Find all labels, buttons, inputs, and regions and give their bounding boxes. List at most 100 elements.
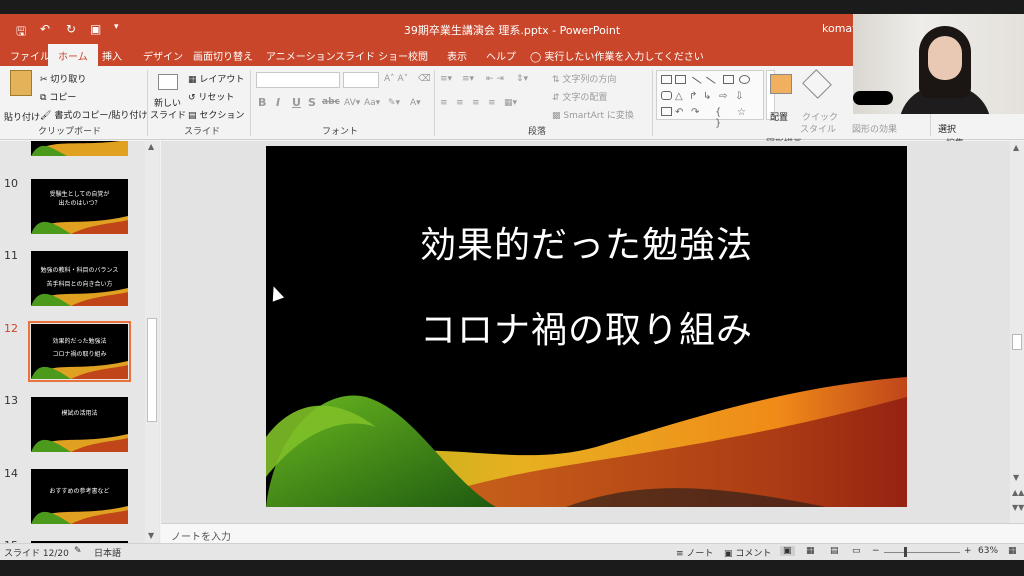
slide-thumbnail-12[interactable]: 効果的だった勉強法 コロナ禍の取り組み (28, 321, 131, 382)
rectangle-shape-icon[interactable] (723, 75, 734, 84)
font-family-combo[interactable] (256, 72, 340, 88)
arrange-button[interactable]: 配置 (770, 110, 788, 123)
zoom-slider[interactable] (884, 552, 960, 553)
section-button[interactable]: ▤ セクション (188, 108, 244, 121)
new-slide-label-2[interactable]: スライド (150, 108, 186, 121)
quick-styles-button-2[interactable]: スタイル (800, 122, 836, 135)
align-center-icon[interactable]: ≡ (456, 98, 464, 108)
align-text-button[interactable]: ⇵ 文字の配置 (552, 90, 607, 103)
slide-thumbnail-10[interactable]: 受験生としての自覚が 出たのはいつ？ (31, 179, 128, 234)
tab-home[interactable]: ホーム (48, 44, 98, 66)
indent-icon[interactable]: ⇤ ⇥ (486, 74, 504, 84)
strikethrough-button[interactable]: abc (322, 97, 340, 107)
slide-thumbnail-13[interactable]: 模試の活用法 (31, 397, 128, 452)
star-shape-icon[interactable]: ☆ (737, 107, 748, 118)
brace-shape-icon[interactable]: { } (715, 107, 726, 129)
underline-button[interactable]: U (292, 96, 301, 109)
tab-slideshow[interactable]: スライド ショー (335, 48, 408, 63)
line-spacing-icon[interactable]: ⇕▾ (516, 74, 528, 84)
shadow-button[interactable]: S (308, 96, 316, 109)
slide-sorter-icon[interactable]: ▦ (806, 546, 815, 556)
numbering-icon[interactable]: ≡▾ (462, 74, 474, 84)
zoom-out-icon[interactable]: − (872, 546, 880, 556)
character-spacing-icon[interactable]: AV▾ (344, 98, 360, 108)
account-name[interactable]: komat (822, 22, 856, 35)
select-button[interactable]: 選択 (938, 122, 956, 135)
thumbnail-scrollbar[interactable]: ▲ ▼ (145, 141, 159, 543)
scroll-down-icon[interactable]: ▼ (148, 531, 154, 540)
fit-to-window-icon[interactable]: ▦ (1008, 546, 1017, 556)
align-left-icon[interactable]: ≡ (440, 98, 448, 108)
slide-scrollbar[interactable]: ▲ ▼ ▲▲ ▼▼ (1010, 141, 1024, 523)
current-slide[interactable]: 効果的だった勉強法 コロナ禍の取り組み (266, 146, 907, 507)
tab-design[interactable]: デザイン (143, 48, 183, 63)
slide-thumbnail-11[interactable]: 勉強の教科・科目のバランス 苦手科目との向き合い方 (31, 251, 128, 306)
scroll-down-icon[interactable]: ▼ (1013, 473, 1019, 482)
highlight-icon[interactable]: ✎▾ (388, 98, 400, 108)
bold-button[interactable]: B (258, 96, 266, 109)
columns-icon[interactable]: ▦▾ (504, 98, 517, 108)
tab-review[interactable]: 校閲 (408, 48, 428, 63)
zoom-in-icon[interactable]: + (964, 546, 972, 556)
down-arrow-shape-icon[interactable]: ⇩ (735, 91, 746, 102)
paste-icon[interactable] (10, 70, 32, 96)
reset-button[interactable]: ↺ リセット (188, 90, 234, 103)
shapes-gallery[interactable]: △ ↱ ↳ ⇨ ⇩ ↶ ↷ { } ☆ (656, 70, 764, 129)
text-direction-button[interactable]: ⇅ 文字列の方向 (552, 72, 616, 85)
notes-pane[interactable]: ノートを入力 (161, 523, 1024, 543)
tab-view[interactable]: 表示 (447, 48, 467, 63)
change-case-icon[interactable]: Aa▾ (364, 98, 380, 108)
scroll-up-icon[interactable]: ▲ (1013, 143, 1019, 152)
normal-view-icon[interactable]: ▣ (780, 546, 795, 556)
tab-file[interactable]: ファイル (10, 48, 50, 63)
slideshow-view-icon[interactable]: ▭ (852, 546, 861, 556)
notes-placeholder[interactable]: ノートを入力 (171, 528, 231, 543)
curve-shape-icon[interactable]: ↶ (675, 107, 686, 118)
grow-font-icon[interactable]: A˄ A˅ (384, 74, 408, 84)
right-arrow-shape-icon[interactable]: ⇨ (719, 91, 730, 102)
bullets-icon[interactable]: ≡▾ (440, 74, 452, 84)
textbox-shape-icon[interactable] (661, 75, 672, 84)
scroll-up-icon[interactable]: ▲ (148, 142, 154, 151)
tab-transitions[interactable]: 画面切り替え (193, 48, 253, 63)
justify-icon[interactable]: ≡ (488, 98, 496, 108)
tab-insert[interactable]: 挿入 (102, 48, 122, 63)
slide-thumbnail-14[interactable]: おすすめの参考書など (31, 469, 128, 524)
oval-shape-icon[interactable] (739, 75, 750, 84)
layout-button[interactable]: ▦ レイアウト (188, 72, 244, 85)
italic-button[interactable]: I (276, 96, 280, 109)
shape-effects-button[interactable]: 図形の効果 (852, 122, 897, 135)
slide-thumbnail[interactable] (31, 141, 128, 156)
font-size-combo[interactable] (343, 72, 379, 88)
previous-slide-icon[interactable]: ▲▲ (1012, 488, 1024, 497)
zoom-level[interactable]: 63% (978, 546, 998, 556)
slide-title[interactable]: 効果的だった勉強法 (266, 216, 907, 268)
copy-button[interactable]: ⧉ コピー (40, 90, 76, 103)
clear-formatting-icon[interactable]: ⌫ (418, 74, 431, 84)
format-painter-button[interactable]: 🖌 書式のコピー/貼り付け (40, 108, 147, 121)
smartart-button[interactable]: ▩ SmartArt に変換 (552, 108, 634, 121)
elbow-connector-icon[interactable]: ↱ (689, 91, 700, 102)
align-right-icon[interactable]: ≡ (472, 98, 480, 108)
arrow-shape-icon[interactable] (701, 76, 716, 91)
zoom-slider-thumb[interactable] (904, 547, 907, 557)
triangle-shape-icon[interactable]: △ (675, 91, 686, 102)
vertical-textbox-shape-icon[interactable] (675, 75, 686, 84)
new-slide-icon[interactable] (158, 74, 178, 90)
language-indicator[interactable]: 日本語 (94, 546, 121, 559)
reading-view-icon[interactable]: ▤ (830, 546, 839, 556)
slide-scroll-thumb[interactable] (1012, 334, 1022, 350)
thumbnail-scroll-thumb[interactable] (147, 318, 157, 422)
callout-shape-icon[interactable] (661, 107, 672, 116)
cut-button[interactable]: ✂ 切り取り (40, 72, 86, 85)
quick-styles-icon[interactable] (802, 69, 832, 99)
tab-help[interactable]: ヘルプ (486, 48, 516, 63)
connector-icon[interactable]: ↳ (703, 91, 714, 102)
tell-me-search[interactable]: ◯ 実行したい作業を入力してください (530, 48, 704, 63)
tab-animations[interactable]: アニメーション (266, 48, 336, 63)
arrange-icon[interactable] (770, 74, 792, 94)
rounded-rect-shape-icon[interactable] (661, 91, 672, 100)
slide-subtitle[interactable]: コロナ禍の取り組み (266, 301, 907, 353)
line-shape-icon[interactable] (687, 76, 702, 91)
notes-toggle-button[interactable]: ≡ ノート (676, 546, 713, 559)
